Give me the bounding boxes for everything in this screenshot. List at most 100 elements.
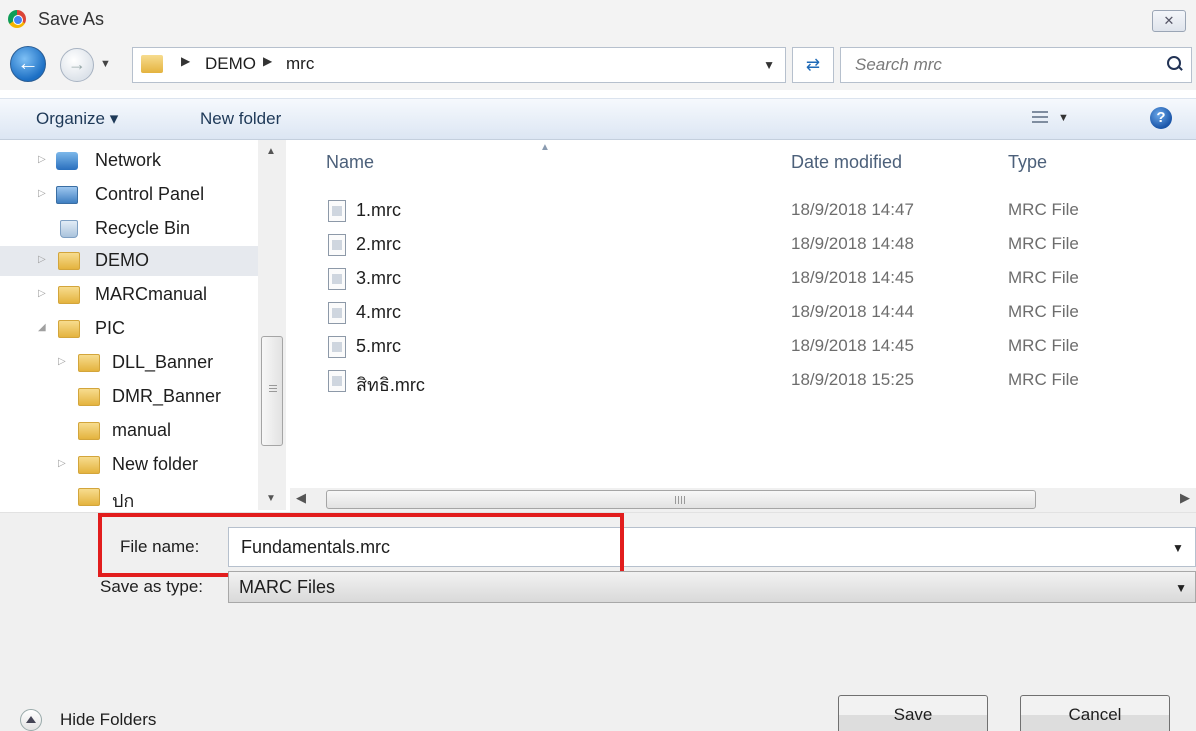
title-bar: Save As ✕ [0, 0, 1196, 40]
file-name: 4.mrc [356, 302, 401, 322]
file-date: 18/9/2018 14:45 [791, 268, 914, 287]
save-type-label: Save as type: [100, 577, 204, 596]
column-header-name[interactable]: Name [326, 152, 374, 173]
close-button[interactable]: ✕ [1152, 10, 1186, 32]
file-icon [328, 234, 346, 256]
forward-button[interactable]: → [60, 48, 94, 82]
collapse-up-icon [20, 709, 42, 731]
file-type: MRC File [1008, 336, 1079, 355]
column-header-date[interactable]: Date modified [791, 152, 902, 173]
control-panel-icon [56, 186, 78, 204]
nav-item-recycle-bin[interactable]: Recycle Bin [0, 214, 262, 244]
scrollbar-thumb[interactable] [326, 490, 1036, 509]
column-header-type[interactable]: Type [1008, 152, 1047, 173]
search-placeholder: Search mrc [855, 55, 942, 74]
expand-icon[interactable]: ▷ [38, 154, 46, 165]
nav-item-manual[interactable]: manual [0, 416, 262, 446]
nav-item-label: New folder [112, 454, 199, 474]
file-date: 18/9/2018 14:44 [791, 302, 914, 321]
scroll-up-icon[interactable]: ▲ [266, 146, 276, 157]
nav-item-control-panel[interactable]: ▷ Control Panel [0, 180, 262, 210]
refresh-button[interactable]: ⇄ [792, 47, 834, 83]
file-row[interactable]: สิทธิ.mrc 18/9/2018 15:25 MRC File [320, 366, 1180, 398]
views-dropdown-icon[interactable]: ▼ [1058, 112, 1069, 124]
nav-item-dll-banner[interactable]: ▷ DLL_Banner [0, 348, 262, 378]
file-row[interactable]: 4.mrc 18/9/2018 14:44 MRC File [320, 298, 1180, 330]
file-name-input[interactable] [228, 527, 1196, 567]
nav-item-label: DEMO [95, 250, 149, 270]
expand-icon[interactable]: ▷ [38, 288, 46, 299]
recycle-bin-icon [60, 220, 78, 238]
address-bar[interactable]: ▶ DEMO ▶ mrc ▼ [132, 47, 786, 83]
file-row[interactable]: 5.mrc 18/9/2018 14:45 MRC File [320, 332, 1180, 364]
scroll-down-icon[interactable]: ▼ [266, 493, 276, 504]
search-box[interactable]: Search mrc [840, 47, 1192, 83]
recent-locations-dropdown[interactable]: ▼ [100, 58, 111, 70]
scroll-right-icon[interactable]: ▶ [1180, 490, 1190, 506]
expand-icon[interactable]: ▷ [38, 254, 46, 265]
breadcrumb-arrow-icon[interactable]: ▶ [263, 54, 272, 68]
file-row[interactable]: 2.mrc 18/9/2018 14:48 MRC File [320, 230, 1180, 262]
nav-item-dmr-banner[interactable]: DMR_Banner [0, 382, 262, 412]
expand-icon[interactable]: ▷ [58, 356, 66, 367]
save-options-panel: File name: ▼ Save as type: MARC Files ▼ … [0, 512, 1196, 731]
horizontal-scrollbar[interactable]: ◀ ▶ [290, 488, 1196, 512]
expand-icon[interactable]: ▷ [38, 188, 46, 199]
save-type-select[interactable]: MARC Files ▼ [228, 571, 1196, 603]
breadcrumb-arrow-icon[interactable]: ▶ [181, 54, 190, 68]
nav-item-network[interactable]: ▷ Network [0, 146, 262, 176]
nav-scrollbar[interactable]: ▲ ▼ [258, 140, 286, 510]
file-type: MRC File [1008, 268, 1079, 287]
folder-icon [141, 55, 163, 73]
file-name: 5.mrc [356, 336, 401, 356]
scroll-left-icon[interactable]: ◀ [296, 490, 306, 506]
file-date: 18/9/2018 14:48 [791, 234, 914, 253]
expand-icon[interactable]: ▷ [58, 458, 66, 469]
nav-item-pok[interactable]: ปก [0, 482, 262, 512]
nav-item-label: DMR_Banner [112, 386, 222, 406]
navigation-pane: ▷ Network ▷ Control Panel Recycle Bin ▷ … [0, 140, 290, 512]
folder-icon [58, 320, 80, 338]
nav-item-label: manual [112, 420, 172, 440]
folder-icon [78, 422, 100, 440]
scrollbar-thumb[interactable] [261, 336, 283, 446]
folder-icon [58, 286, 80, 304]
file-type: MRC File [1008, 200, 1079, 219]
breadcrumb-demo[interactable]: DEMO [205, 54, 256, 74]
address-row: ← → ▼ ▶ DEMO ▶ mrc ▼ ⇄ Search mrc [0, 40, 1196, 90]
address-dropdown-icon[interactable]: ▼ [763, 58, 775, 72]
back-button[interactable]: ← [10, 46, 46, 82]
help-icon[interactable]: ? [1150, 107, 1172, 129]
file-type: MRC File [1008, 370, 1079, 389]
breadcrumb-mrc[interactable]: mrc [286, 54, 314, 74]
file-row[interactable]: 3.mrc 18/9/2018 14:45 MRC File [320, 264, 1180, 296]
chevron-down-icon[interactable]: ▼ [1175, 581, 1187, 595]
nav-item-label: Control Panel [95, 184, 205, 204]
hide-folders-label: Hide Folders [60, 710, 157, 729]
folder-icon [78, 456, 100, 474]
cancel-button[interactable]: Cancel [1020, 695, 1170, 731]
file-date: 18/9/2018 14:45 [791, 336, 914, 355]
grip-icon [269, 385, 277, 393]
network-icon [56, 152, 78, 170]
window-title: Save As [38, 9, 105, 29]
nav-item-new-folder[interactable]: ▷ New folder [0, 450, 262, 480]
file-name-label: File name: [120, 537, 200, 556]
nav-item-marcmanual[interactable]: ▷ MARCmanual [0, 280, 262, 310]
nav-item-label: PIC [95, 318, 126, 338]
file-date: 18/9/2018 15:25 [791, 370, 914, 389]
grip-icon [675, 496, 687, 504]
organize-menu[interactable]: Organize ▾ [36, 109, 118, 129]
file-name-dropdown-icon[interactable]: ▼ [1172, 541, 1184, 555]
file-icon [328, 200, 346, 222]
views-icon[interactable] [1032, 111, 1048, 125]
file-type: MRC File [1008, 302, 1079, 321]
search-icon[interactable] [1167, 56, 1183, 72]
file-row[interactable]: 1.mrc 18/9/2018 14:47 MRC File [320, 196, 1180, 228]
new-folder-button[interactable]: New folder [200, 109, 281, 129]
save-button[interactable]: Save [838, 695, 988, 731]
nav-item-pic[interactable]: ◢ PIC [0, 314, 262, 344]
nav-item-demo[interactable]: ▷ DEMO [0, 246, 262, 276]
folder-icon [78, 354, 100, 372]
collapse-icon[interactable]: ◢ [38, 322, 46, 333]
